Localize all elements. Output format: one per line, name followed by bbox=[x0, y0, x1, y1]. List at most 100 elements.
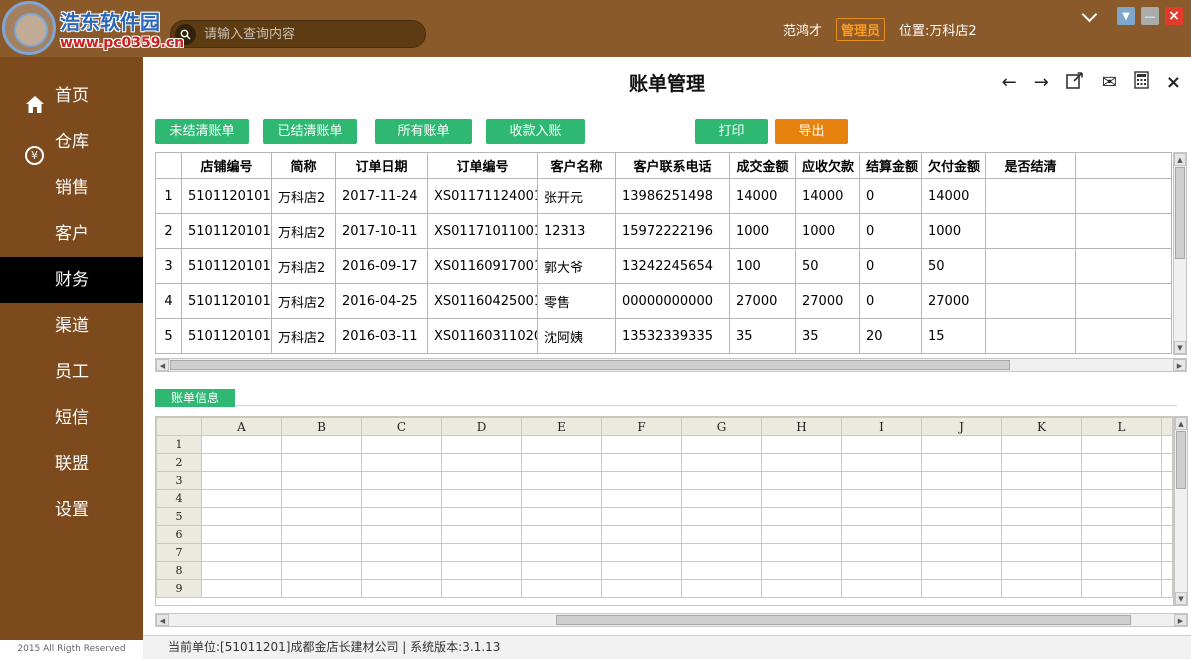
grid-row[interactable]: 3 bbox=[157, 472, 1173, 490]
grid-cell[interactable] bbox=[922, 508, 1002, 526]
grid-row[interactable]: 2 bbox=[157, 454, 1173, 472]
grid-cell[interactable] bbox=[282, 436, 362, 454]
settled-bills-button[interactable]: 已结清账单 bbox=[263, 119, 357, 144]
table-row[interactable]: 15101120101万科店22017-11-24XS01171124001张开… bbox=[156, 179, 1172, 214]
grid-cell[interactable] bbox=[202, 580, 282, 598]
grid-cell[interactable] bbox=[602, 526, 682, 544]
scroll-right-icon[interactable]: ▶ bbox=[1174, 614, 1187, 626]
grid-row-header[interactable]: 5 bbox=[157, 508, 202, 526]
grid-cell[interactable] bbox=[922, 562, 1002, 580]
grid-cell[interactable] bbox=[682, 454, 762, 472]
search-box[interactable] bbox=[170, 20, 426, 48]
grid-column-header[interactable]: D bbox=[442, 418, 522, 436]
grid-cell[interactable] bbox=[362, 508, 442, 526]
grid-cell[interactable] bbox=[202, 436, 282, 454]
grid-cell[interactable] bbox=[202, 526, 282, 544]
grid-cell[interactable] bbox=[1082, 454, 1162, 472]
scroll-thumb[interactable] bbox=[170, 360, 1010, 370]
minimize-button[interactable]: — bbox=[1141, 7, 1159, 25]
grid-cell[interactable] bbox=[682, 472, 762, 490]
grid-cell[interactable] bbox=[842, 454, 922, 472]
grid-cell[interactable] bbox=[602, 580, 682, 598]
column-header[interactable]: 结算金额 bbox=[860, 153, 922, 179]
grid-cell[interactable] bbox=[682, 562, 762, 580]
grid-cell[interactable] bbox=[442, 580, 522, 598]
grid-cell[interactable] bbox=[282, 526, 362, 544]
grid-cell[interactable] bbox=[602, 454, 682, 472]
grid-cell[interactable] bbox=[522, 526, 602, 544]
grid-cell[interactable] bbox=[442, 526, 522, 544]
column-header[interactable]: 应收欠款 bbox=[796, 153, 860, 179]
grid-row-header[interactable]: 3 bbox=[157, 472, 202, 490]
grid-cell[interactable] bbox=[362, 472, 442, 490]
grid-corner-cell[interactable] bbox=[157, 418, 202, 436]
export-button[interactable]: 导出 bbox=[775, 119, 848, 144]
scroll-thumb[interactable] bbox=[1176, 431, 1186, 489]
grid-cell[interactable] bbox=[522, 472, 602, 490]
column-header[interactable]: 订单日期 bbox=[336, 153, 428, 179]
column-header[interactable]: 是否结清 bbox=[986, 153, 1076, 179]
grid-cell[interactable] bbox=[282, 508, 362, 526]
grid-row-header[interactable]: 8 bbox=[157, 562, 202, 580]
scroll-thumb[interactable] bbox=[556, 615, 1131, 625]
mail-icon[interactable]: ✉ bbox=[1102, 72, 1117, 94]
calculator-icon[interactable] bbox=[1134, 71, 1149, 95]
forward-arrow-icon[interactable]: → bbox=[1034, 72, 1049, 94]
grid-row-header[interactable]: 4 bbox=[157, 490, 202, 508]
scroll-right-icon[interactable]: ▶ bbox=[1173, 359, 1186, 371]
grid-cell[interactable] bbox=[762, 526, 842, 544]
bill-table-vscrollbar[interactable]: ▲ ▼ bbox=[1173, 152, 1187, 355]
grid-cell[interactable] bbox=[442, 562, 522, 580]
grid-cell[interactable] bbox=[1082, 472, 1162, 490]
grid-cell[interactable] bbox=[1002, 508, 1082, 526]
grid-cell[interactable] bbox=[282, 562, 362, 580]
grid-row[interactable]: 4 bbox=[157, 490, 1173, 508]
back-arrow-icon[interactable]: ← bbox=[1002, 72, 1017, 94]
grid-cell[interactable] bbox=[842, 562, 922, 580]
grid-column-header[interactable]: H bbox=[762, 418, 842, 436]
grid-cell[interactable] bbox=[1002, 544, 1082, 562]
grid-cell[interactable] bbox=[1002, 562, 1082, 580]
scroll-thumb[interactable] bbox=[1175, 167, 1185, 259]
table-row[interactable]: 55101120101万科店22016-03-11XS01160311020沈阿… bbox=[156, 319, 1172, 354]
column-header[interactable]: 客户名称 bbox=[538, 153, 616, 179]
grid-cell[interactable] bbox=[522, 544, 602, 562]
grid-cell[interactable] bbox=[362, 454, 442, 472]
unsettled-bills-button[interactable]: 未结清账单 bbox=[155, 119, 249, 144]
sidebar-item-home[interactable]: 首页 bbox=[0, 73, 143, 119]
sidebar-item-settings[interactable]: 设置 bbox=[0, 487, 143, 533]
grid-cell[interactable] bbox=[442, 490, 522, 508]
grid-cell[interactable] bbox=[1002, 490, 1082, 508]
grid-cell[interactable] bbox=[922, 490, 1002, 508]
sidebar-item-customers[interactable]: 客户 bbox=[0, 211, 143, 257]
scroll-down-icon[interactable]: ▼ bbox=[1175, 592, 1187, 605]
sidebar-item-channels[interactable]: 渠道 bbox=[0, 303, 143, 349]
grid-cell[interactable] bbox=[602, 508, 682, 526]
grid-row[interactable]: 8 bbox=[157, 562, 1173, 580]
grid-cell[interactable] bbox=[1082, 490, 1162, 508]
scroll-up-icon[interactable]: ▲ bbox=[1174, 153, 1186, 166]
column-header[interactable]: 欠付金额 bbox=[922, 153, 986, 179]
grid-cell[interactable] bbox=[922, 472, 1002, 490]
grid-cell[interactable] bbox=[442, 508, 522, 526]
scroll-up-icon[interactable]: ▲ bbox=[1175, 417, 1187, 430]
grid-cell[interactable] bbox=[202, 472, 282, 490]
grid-cell[interactable] bbox=[282, 472, 362, 490]
grid-cell[interactable] bbox=[362, 580, 442, 598]
grid-row-header[interactable]: 2 bbox=[157, 454, 202, 472]
sidebar-item-finance[interactable]: 财务 bbox=[0, 257, 143, 303]
grid-cell[interactable] bbox=[1082, 508, 1162, 526]
grid-cell[interactable] bbox=[602, 544, 682, 562]
grid-row-header[interactable]: 1 bbox=[157, 436, 202, 454]
grid-cell[interactable] bbox=[522, 580, 602, 598]
grid-row[interactable]: 6 bbox=[157, 526, 1173, 544]
grid-row-header[interactable]: 7 bbox=[157, 544, 202, 562]
receive-payment-button[interactable]: 收款入账 bbox=[486, 119, 585, 144]
grid-cell[interactable] bbox=[842, 544, 922, 562]
table-row[interactable]: 25101120101万科店22017-10-11XS0117101100112… bbox=[156, 214, 1172, 249]
grid-cell[interactable] bbox=[762, 454, 842, 472]
grid-cell[interactable] bbox=[362, 562, 442, 580]
grid-column-header[interactable]: J bbox=[922, 418, 1002, 436]
scroll-left-icon[interactable]: ◀ bbox=[156, 359, 169, 371]
sidebar-item-warehouse[interactable]: ¥ 仓库 bbox=[0, 119, 143, 165]
